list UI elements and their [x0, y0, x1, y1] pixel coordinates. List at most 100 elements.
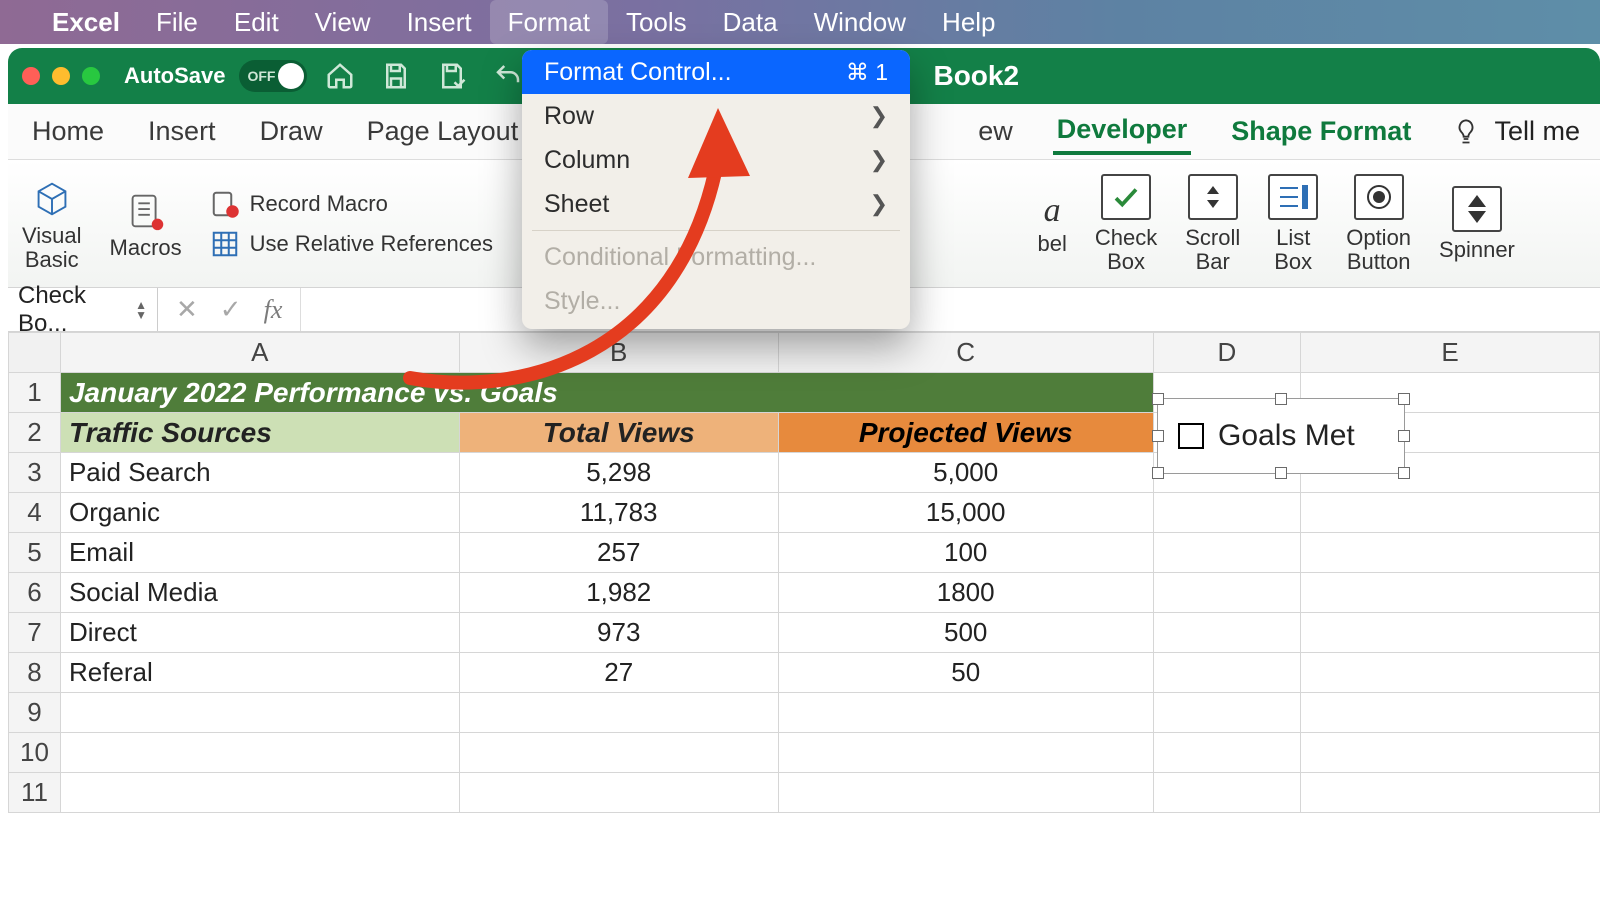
row-10[interactable]: 10 — [9, 733, 61, 773]
name-box[interactable]: Check Bo... ▲▼ — [8, 288, 158, 331]
formula-input[interactable] — [300, 288, 1600, 331]
cell[interactable]: Direct — [60, 613, 459, 653]
close-button[interactable] — [22, 67, 40, 85]
cell[interactable]: 100 — [778, 533, 1153, 573]
save-icon[interactable] — [381, 61, 411, 91]
autosave-toggle[interactable]: AutoSave OFF — [124, 60, 307, 92]
col-A[interactable]: A — [60, 333, 459, 373]
menu-format-control[interactable]: Format Control... ⌘ 1 — [522, 50, 910, 94]
row-7[interactable]: 7 — [9, 613, 61, 653]
menu-format[interactable]: Format — [490, 0, 608, 44]
cell[interactable]: 257 — [459, 533, 778, 573]
select-all-corner[interactable] — [9, 333, 61, 373]
menu-insert[interactable]: Insert — [389, 0, 490, 44]
resize-handle[interactable] — [1152, 467, 1164, 479]
chevron-right-icon: ❯ — [870, 191, 888, 217]
tab-home[interactable]: Home — [28, 110, 108, 153]
cell[interactable]: Paid Search — [60, 453, 459, 493]
menu-file[interactable]: File — [138, 0, 216, 44]
cell[interactable]: 11,783 — [459, 493, 778, 533]
hdr-projected[interactable]: Projected Views — [778, 413, 1153, 453]
cell[interactable]: 500 — [778, 613, 1153, 653]
macros-button[interactable]: Macros — [110, 188, 182, 259]
tab-page-layout[interactable]: Page Layout — [363, 110, 523, 153]
autosave-switch[interactable]: OFF — [239, 60, 307, 92]
col-E[interactable]: E — [1301, 333, 1600, 373]
spreadsheet[interactable]: A B C D E 1 January 2022 Performance vs.… — [8, 332, 1600, 813]
cell[interactable]: 1800 — [778, 573, 1153, 613]
row-11[interactable]: 11 — [9, 773, 61, 813]
menu-view[interactable]: View — [297, 0, 389, 44]
zoom-button[interactable] — [82, 67, 100, 85]
resize-handle[interactable] — [1275, 467, 1287, 479]
radio-icon — [1364, 182, 1394, 212]
row-8[interactable]: 8 — [9, 653, 61, 693]
listbox-control[interactable]: List Box — [1268, 174, 1318, 272]
record-macro-button[interactable]: Record Macro — [210, 189, 493, 219]
home-icon[interactable] — [325, 61, 355, 91]
cell[interactable]: 1,982 — [459, 573, 778, 613]
tab-insert[interactable]: Insert — [144, 110, 220, 153]
menu-excel[interactable]: Excel — [34, 0, 138, 44]
row-9[interactable]: 9 — [9, 693, 61, 733]
resize-handle[interactable] — [1398, 393, 1410, 405]
tell-me[interactable]: Tell me — [1452, 116, 1580, 147]
option-control[interactable]: Option Button — [1346, 174, 1411, 272]
resize-handle[interactable] — [1152, 430, 1164, 442]
scroll-icon — [123, 188, 169, 234]
menu-row[interactable]: Row ❯ — [522, 94, 910, 138]
cell[interactable]: Organic — [60, 493, 459, 533]
resize-handle[interactable] — [1152, 393, 1164, 405]
row-3[interactable]: 3 — [9, 453, 61, 493]
checkbox-form-control[interactable]: Goals Met — [1157, 398, 1405, 474]
tab-developer[interactable]: Developer — [1053, 108, 1192, 155]
hdr-total[interactable]: Total Views — [459, 413, 778, 453]
menu-column[interactable]: Column ❯ — [522, 138, 910, 182]
cell[interactable]: 5,000 — [778, 453, 1153, 493]
undo-icon[interactable] — [493, 61, 523, 91]
cell[interactable]: 5,298 — [459, 453, 778, 493]
save-as-icon[interactable] — [437, 61, 467, 91]
row-2[interactable]: 2 — [9, 413, 61, 453]
hdr-traffic[interactable]: Traffic Sources — [60, 413, 459, 453]
use-relative-button[interactable]: Use Relative References — [210, 229, 493, 259]
resize-handle[interactable] — [1398, 467, 1410, 479]
col-B[interactable]: B — [459, 333, 778, 373]
cell[interactable]: Referal — [60, 653, 459, 693]
menu-window[interactable]: Window — [796, 0, 924, 44]
visual-basic-button[interactable]: Visual Basic — [22, 176, 82, 270]
tab-shape-format[interactable]: Shape Format — [1227, 110, 1415, 153]
tab-draw[interactable]: Draw — [256, 110, 327, 153]
scrollbar-control[interactable]: Scroll Bar — [1185, 174, 1240, 272]
row-4[interactable]: 4 — [9, 493, 61, 533]
menu-tools[interactable]: Tools — [608, 0, 705, 44]
fx-icon[interactable]: fx — [264, 295, 283, 325]
spinner-control[interactable]: Spinner — [1439, 186, 1515, 261]
menu-edit[interactable]: Edit — [216, 0, 297, 44]
label-fragment[interactable]: a bel — [1037, 192, 1066, 255]
minimize-button[interactable] — [52, 67, 70, 85]
name-box-stepper[interactable]: ▲▼ — [135, 300, 147, 320]
resize-handle[interactable] — [1275, 393, 1287, 405]
row-1[interactable]: 1 — [9, 373, 61, 413]
cell[interactable]: 973 — [459, 613, 778, 653]
menu-data[interactable]: Data — [705, 0, 796, 44]
cancel-icon[interactable]: ✕ — [176, 294, 198, 325]
col-D[interactable]: D — [1153, 333, 1300, 373]
cell[interactable]: 50 — [778, 653, 1153, 693]
menu-sheet[interactable]: Sheet ❯ — [522, 182, 910, 226]
cell[interactable]: Email — [60, 533, 459, 573]
menu-help[interactable]: Help — [924, 0, 1013, 44]
checkbox-control[interactable]: Check Box — [1095, 174, 1157, 272]
resize-handle[interactable] — [1398, 430, 1410, 442]
tab-fragment[interactable]: ew — [974, 110, 1017, 153]
row-6[interactable]: 6 — [9, 573, 61, 613]
accept-icon[interactable]: ✓ — [220, 294, 242, 325]
checkbox-box[interactable] — [1178, 423, 1204, 449]
cell[interactable]: Social Media — [60, 573, 459, 613]
cell[interactable]: 27 — [459, 653, 778, 693]
col-C[interactable]: C — [778, 333, 1153, 373]
sheet-title[interactable]: January 2022 Performance vs. Goals — [60, 373, 1153, 413]
row-5[interactable]: 5 — [9, 533, 61, 573]
cell[interactable]: 15,000 — [778, 493, 1153, 533]
